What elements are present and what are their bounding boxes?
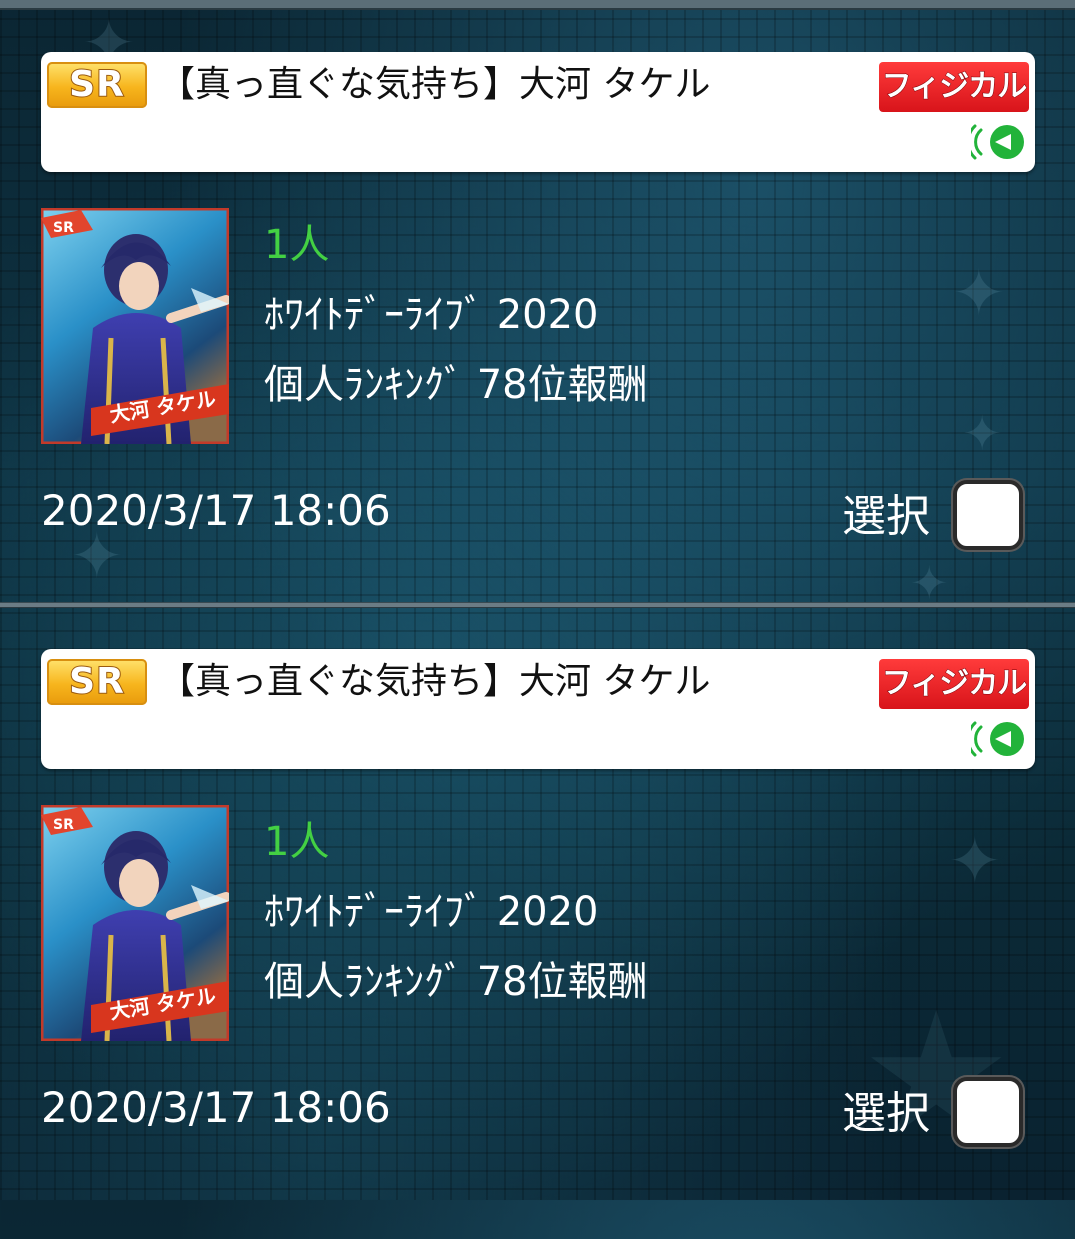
character-illustration: SR 大河 タケル xyxy=(41,805,229,1041)
reward-event-name: ﾎﾜｲﾄﾃﾞｰﾗｲﾌﾞ 2020 xyxy=(264,889,599,935)
select-checkbox[interactable] xyxy=(953,480,1023,550)
rarity-badge: SR xyxy=(47,659,147,705)
card-title-bar: SR 【真っ直ぐな気持ち】大河 タケル フィジカル xyxy=(41,52,1035,172)
card-thumbnail[interactable]: SR 大河 タケル xyxy=(41,208,229,444)
rarity-badge: SR xyxy=(47,62,147,108)
voice-wave-icon xyxy=(971,721,1024,757)
select-label: 選択 xyxy=(842,491,930,542)
type-badge: フィジカル xyxy=(879,659,1029,709)
character-illustration: SR 大河 タケル xyxy=(41,208,229,444)
reward-rank-text: 個人ﾗﾝｷﾝｸﾞ 78位報酬 xyxy=(264,362,648,408)
present-list-item: SR 【真っ直ぐな気持ち】大河 タケル フィジカル SR 大河 タケル 1人 ﾎ… xyxy=(0,649,1075,1239)
type-badge: フィジカル xyxy=(879,62,1029,112)
item-divider xyxy=(0,602,1075,608)
top-divider xyxy=(0,0,1075,10)
received-timestamp: 2020/3/17 18:06 xyxy=(41,1083,391,1132)
card-thumbnail[interactable]: SR 大河 タケル xyxy=(41,805,229,1041)
svg-text:SR: SR xyxy=(53,220,74,236)
select-label: 選択 xyxy=(842,1088,930,1139)
item-quantity: 1人 xyxy=(264,819,330,865)
select-checkbox[interactable] xyxy=(953,1077,1023,1147)
card-name: 【真っ直ぐな気持ち】大河 タケル xyxy=(159,661,711,702)
voice-wave-icon xyxy=(971,124,1024,160)
card-title-bar: SR 【真っ直ぐな気持ち】大河 タケル フィジカル xyxy=(41,649,1035,769)
received-timestamp: 2020/3/17 18:06 xyxy=(41,486,391,535)
present-list-item: SR 【真っ直ぐな気持ち】大河 タケル フィジカル SR 大河 タケル 1人 ﾎ… xyxy=(0,52,1075,642)
svg-text:SR: SR xyxy=(53,817,74,833)
item-quantity: 1人 xyxy=(264,222,330,268)
reward-event-name: ﾎﾜｲﾄﾃﾞｰﾗｲﾌﾞ 2020 xyxy=(264,292,599,338)
card-name: 【真っ直ぐな気持ち】大河 タケル xyxy=(159,64,711,105)
reward-rank-text: 個人ﾗﾝｷﾝｸﾞ 78位報酬 xyxy=(264,959,648,1005)
